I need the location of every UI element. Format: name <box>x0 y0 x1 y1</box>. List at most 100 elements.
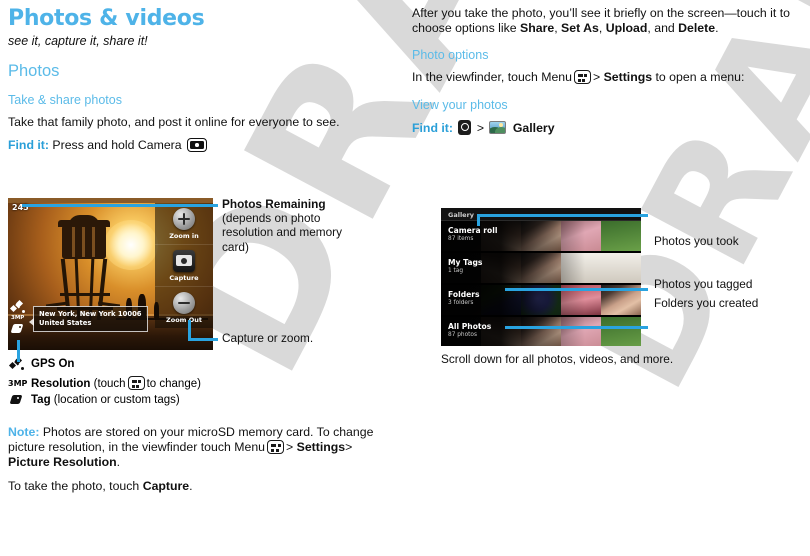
menu-grid-icon <box>573 70 591 85</box>
zoom-in-label: Zoom in <box>169 231 199 240</box>
water-tower-silhouette <box>45 215 121 320</box>
option-set-as: Set As <box>561 21 599 36</box>
camera-icon <box>187 138 208 153</box>
gallery-icon <box>489 120 507 134</box>
row-subtitle: 3 folders <box>448 300 474 306</box>
callout-photos-you-took: Photos you took <box>654 234 739 248</box>
take-photo-post: . <box>189 478 193 493</box>
legend-label-tag: Tag <box>31 394 51 406</box>
zoom-out-button[interactable]: Zoom Out <box>155 287 213 328</box>
legend-label-gps: GPS On <box>31 358 75 370</box>
note-text-2: > <box>286 440 294 455</box>
row-name: My Tags <box>448 258 483 267</box>
note-paragraph: Note: Photos are stored on your microSD … <box>8 425 383 471</box>
row-name: All Photos <box>448 322 492 331</box>
findit-label: Find it: <box>8 138 49 153</box>
take-photo-pre: To take the photo, touch <box>8 478 143 493</box>
section-heading-photos: Photos <box>8 62 60 80</box>
gallery-row-all-photos[interactable]: All Photos 87 photos <box>441 317 641 346</box>
callout-folders-you-created: Folders you created <box>654 296 759 310</box>
resolution-3mp-icon: 3MP <box>8 379 28 388</box>
zoom-in-button[interactable]: Zoom in <box>155 203 213 245</box>
camera-icon <box>173 249 195 272</box>
menu-grid-icon <box>127 376 145 390</box>
row-label-group: Folders 3 folders <box>448 290 480 306</box>
minus-icon <box>173 291 195 314</box>
option-delete: Delete <box>678 21 716 36</box>
subheading-view-your-photos: View your photos <box>412 97 508 112</box>
satellite-icon <box>10 299 26 313</box>
note-label: Note: <box>8 425 40 439</box>
resolution-badge: 3MP <box>11 315 25 321</box>
legend-text-resolution-pre: (touch <box>90 378 126 390</box>
row-name: Camera roll <box>448 226 498 235</box>
note-text-3: > <box>345 440 353 455</box>
subheading-photo-options: Photo options <box>412 48 489 63</box>
viewfinder-menu-c: to open a menu: <box>652 70 745 85</box>
callout-rule-capture-zoom-h <box>188 338 218 341</box>
option-share: Share <box>520 21 555 36</box>
camera-viewfinder-screenshot: 245 Zoom in Capture Zoom Out 3MP New Yor… <box>8 198 213 350</box>
callout-capture-or-zoom: Capture or zoom. <box>222 331 314 345</box>
capture-label: Capture <box>169 273 199 282</box>
callout-rule-took-h <box>477 214 648 217</box>
menu-grid-icon <box>267 440 285 455</box>
legend-row-gps: GPS On <box>8 356 268 374</box>
scroll-down-note: Scroll down for all photos, videos, and … <box>441 352 674 366</box>
row-subtitle: 87 photos <box>448 332 477 338</box>
location-line-1: New York, New York 10006 <box>39 310 142 318</box>
legend-text-tag: (location or custom tags) <box>50 394 180 406</box>
after-photo-f: . <box>715 21 719 36</box>
callout-body: (depends on photo resolution and memory … <box>222 211 342 254</box>
after-photo-e: , and <box>647 21 679 36</box>
camera-icon-legend: GPS On 3MP Resolution (touch to change) T… <box>8 356 268 411</box>
menu-settings-bold: Settings <box>603 70 653 85</box>
callout-photos-remaining: Photos Remaining (depends on photo resol… <box>222 197 350 254</box>
page-subtitle: see it, capture it, share it! <box>8 34 148 48</box>
take-photo-bold: Capture <box>142 478 190 493</box>
paragraph-take-photo-capture: To take the photo, touch Capture. <box>8 479 383 494</box>
satellite-icon <box>8 356 24 374</box>
location-line-2: United States <box>39 319 92 327</box>
callout-rule-capture-zoom-v <box>188 320 191 341</box>
option-upload: Upload <box>605 21 648 36</box>
left-column: Photos & videos see it, capture it, shar… <box>8 0 388 153</box>
legend-row-resolution: 3MP Resolution (touch to change) <box>8 376 268 391</box>
viewfinder-control-strip: Zoom in Capture Zoom Out <box>155 203 213 328</box>
paragraph-take-family-photo: Take that family photo, and post it onli… <box>8 115 340 129</box>
findit-line-camera: Find it: Press and hold Camera <box>8 138 388 153</box>
findit-label: Find it: <box>412 120 453 135</box>
callout-title: Photos Remaining <box>222 197 326 211</box>
callout-photos-you-tagged: Photos you tagged <box>654 277 753 291</box>
location-tooltip: New York, New York 10006 United States <box>29 306 148 332</box>
viewfinder-menu-a: In the viewfinder, touch Menu <box>412 70 572 85</box>
viewfinder-menu-b: > <box>592 70 604 85</box>
legend-row-tag: Tag (location or custom tags) <box>8 393 268 409</box>
tag-icon <box>8 393 24 409</box>
note-text-4: . <box>116 455 121 470</box>
plus-icon <box>173 207 195 230</box>
subheading-take-share-photos: Take & share photos <box>8 93 122 107</box>
note-bold-settings: Settings <box>296 440 346 455</box>
zoom-out-label: Zoom Out <box>166 315 202 324</box>
row-label-group: My Tags 1 tag <box>448 258 482 274</box>
callout-rule-tagged-h <box>505 288 648 291</box>
note-bold-picture-resolution: Picture Resolution <box>8 455 117 470</box>
gallery-row-camera-roll[interactable]: Camera roll 87 items <box>441 221 641 252</box>
right-column: After you take the photo, you’ll see it … <box>412 0 804 136</box>
callout-rule-photos-remaining <box>22 204 218 207</box>
row-label-group: All Photos 87 photos <box>448 322 491 338</box>
page-title: Photos & videos <box>8 6 205 31</box>
manual-page: DRAFT DRAFT DRAFT Photos & videos see it… <box>0 0 810 556</box>
findit-target-gallery: Gallery <box>512 120 555 135</box>
row-subtitle: 87 items <box>448 236 474 242</box>
paragraph-after-you-take-photo: After you take the photo, you’ll see it … <box>412 6 804 36</box>
after-photo-d: , <box>598 21 606 36</box>
gallery-row-my-tags[interactable]: My Tags 1 tag <box>441 253 641 284</box>
callout-rule-status-icons <box>17 340 20 362</box>
launcher-icon <box>458 119 472 135</box>
capture-button[interactable]: Capture <box>155 245 213 287</box>
row-subtitle: 1 tag <box>448 268 464 274</box>
findit-instruction: Press and hold Camera <box>52 138 182 153</box>
callout-rule-folders-h <box>505 326 648 329</box>
